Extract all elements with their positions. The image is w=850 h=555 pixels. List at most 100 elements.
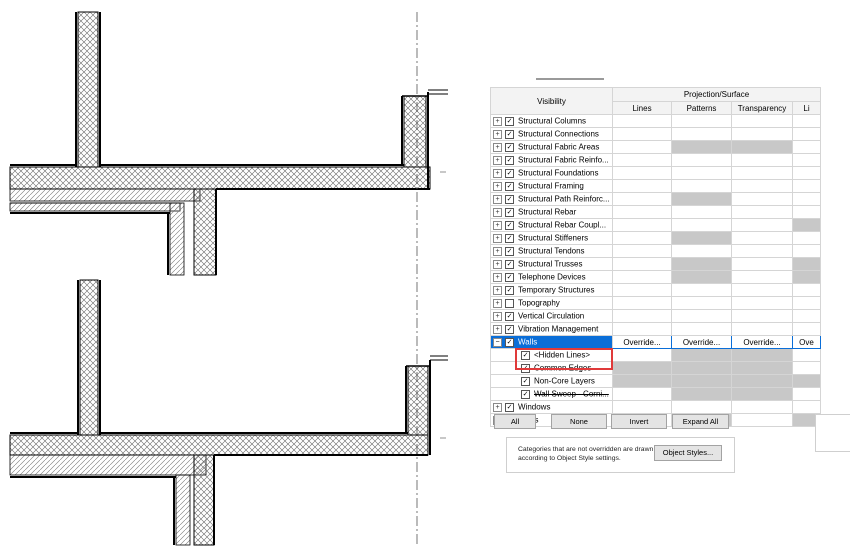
patterns-override-cell[interactable] (671, 309, 732, 323)
lines-override-cell[interactable] (612, 387, 672, 401)
table-row[interactable]: + ✓ Windows (490, 400, 821, 414)
patterns-override-cell[interactable] (671, 244, 732, 258)
patterns-override-cell[interactable] (671, 153, 732, 167)
table-row[interactable]: + ✓ Structural Tendons (490, 244, 821, 258)
table-row[interactable]: + ✓ Temporary Structures (490, 283, 821, 297)
patterns-override-cell[interactable] (671, 192, 732, 206)
lines-cut-override-cell[interactable] (792, 179, 821, 193)
transparency-override-cell[interactable] (731, 322, 793, 336)
lines-override-cell[interactable] (612, 140, 672, 154)
lines-override-cell[interactable] (612, 205, 672, 219)
object-styles-button[interactable]: Object Styles... (654, 445, 722, 461)
table-row[interactable]: + ✓ Structural Stiffeners (490, 231, 821, 245)
category-cell[interactable]: + ✓ Structural Trusses (490, 257, 613, 271)
lines-cut-override-cell[interactable] (792, 205, 821, 219)
expand-icon[interactable]: + (493, 246, 502, 256)
lines-cut-override-cell[interactable] (792, 127, 821, 141)
transparency-override-cell[interactable] (731, 140, 793, 154)
patterns-override-cell[interactable] (671, 283, 732, 297)
table-row[interactable]: + ✓ Structural Fabric Reinfo... (490, 153, 821, 167)
expand-icon[interactable]: + (493, 194, 502, 204)
patterns-override-cell[interactable] (671, 205, 732, 219)
visibility-checkbox[interactable]: ✓ (505, 311, 514, 321)
category-cell[interactable]: + ✓ Vertical Circulation (490, 309, 613, 323)
visibility-checkbox[interactable]: ✓ (505, 220, 514, 230)
lines-cut-override-cell[interactable] (792, 400, 821, 414)
transparency-override-cell[interactable] (731, 387, 793, 401)
transparency-override-cell[interactable] (731, 114, 793, 128)
category-cell[interactable]: + Topography (490, 296, 613, 310)
lines-cut-override-cell[interactable] (792, 153, 821, 167)
invert-button[interactable]: Invert (611, 414, 667, 429)
category-cell[interactable]: + ✓ Structural Tendons (490, 244, 613, 258)
override-lines-cut-button[interactable]: Ove (792, 335, 821, 349)
visibility-checkbox[interactable]: ✓ (521, 389, 530, 399)
category-cell[interactable]: + ✓ Vibration Management (490, 322, 613, 336)
expand-icon[interactable]: + (493, 142, 502, 152)
column-header-visibility[interactable]: Visibility (490, 87, 613, 115)
lines-override-cell[interactable] (612, 361, 672, 375)
visibility-checkbox[interactable]: ✓ (505, 272, 514, 282)
category-cell[interactable]: − ✓ Walls (490, 335, 613, 349)
collapse-icon[interactable]: − (493, 337, 502, 347)
lines-override-cell[interactable] (612, 114, 672, 128)
table-subrow[interactable]: ✓ Non-Core Layers (490, 374, 821, 388)
table-row[interactable]: + ✓ Structural Trusses (490, 257, 821, 271)
category-cell[interactable]: + ✓ Structural Framing (490, 179, 613, 193)
lines-override-cell[interactable] (612, 166, 672, 180)
lines-override-cell[interactable] (612, 374, 672, 388)
column-header-lines-cut[interactable]: Li (792, 101, 821, 115)
lines-override-cell[interactable] (612, 153, 672, 167)
lines-override-cell[interactable] (612, 231, 672, 245)
transparency-override-cell[interactable] (731, 400, 793, 414)
transparency-override-cell[interactable] (731, 153, 793, 167)
lines-cut-override-cell[interactable] (792, 166, 821, 180)
expand-icon[interactable]: + (493, 129, 502, 139)
transparency-override-cell[interactable] (731, 192, 793, 206)
patterns-override-cell[interactable] (671, 322, 732, 336)
transparency-override-cell[interactable] (731, 309, 793, 323)
lines-override-cell[interactable] (612, 270, 672, 284)
patterns-override-cell[interactable] (671, 348, 732, 362)
category-cell[interactable]: ✓ Non-Core Layers (490, 374, 613, 388)
visibility-checkbox[interactable]: ✓ (505, 324, 514, 334)
table-row-walls[interactable]: − ✓ Walls Override... Override... Override...… (490, 335, 821, 349)
transparency-override-cell[interactable] (731, 348, 793, 362)
override-lines-button[interactable]: Override... (612, 335, 672, 349)
visibility-checkbox[interactable]: ✓ (505, 116, 514, 126)
patterns-override-cell[interactable] (671, 166, 732, 180)
transparency-override-cell[interactable] (731, 257, 793, 271)
category-cell[interactable]: + ✓ Structural Stiffeners (490, 231, 613, 245)
lines-override-cell[interactable] (612, 127, 672, 141)
transparency-override-cell[interactable] (731, 244, 793, 258)
lines-override-cell[interactable] (612, 192, 672, 206)
lines-cut-override-cell[interactable] (792, 270, 821, 284)
expand-icon[interactable]: + (493, 155, 502, 165)
lines-cut-override-cell[interactable] (792, 218, 821, 232)
table-row[interactable]: + ✓ Structural Columns (490, 114, 821, 128)
expand-icon[interactable]: + (493, 116, 502, 126)
visibility-checkbox[interactable]: ✓ (505, 181, 514, 191)
table-row[interactable]: + ✓ Vertical Circulation (490, 309, 821, 323)
transparency-override-cell[interactable] (731, 231, 793, 245)
table-row[interactable]: + ✓ Structural Path Reinforc... (490, 192, 821, 206)
expand-icon[interactable]: + (493, 207, 502, 217)
table-row[interactable]: + ✓ Structural Fabric Areas (490, 140, 821, 154)
visibility-checkbox[interactable]: ✓ (505, 233, 514, 243)
patterns-override-cell[interactable] (671, 387, 732, 401)
override-patterns-button[interactable]: Override... (671, 335, 732, 349)
patterns-override-cell[interactable] (671, 257, 732, 271)
patterns-override-cell[interactable] (671, 361, 732, 375)
lines-override-cell[interactable] (612, 348, 672, 362)
table-row[interactable]: + ✓ Structural Connections (490, 127, 821, 141)
visibility-checkbox[interactable]: ✓ (505, 337, 514, 347)
lines-override-cell[interactable] (612, 218, 672, 232)
table-row[interactable]: + ✓ Structural Rebar Coupl... (490, 218, 821, 232)
category-cell[interactable]: + ✓ Temporary Structures (490, 283, 613, 297)
patterns-override-cell[interactable] (671, 140, 732, 154)
table-row[interactable]: + Topography (490, 296, 821, 310)
patterns-override-cell[interactable] (671, 231, 732, 245)
lines-cut-override-cell[interactable] (792, 192, 821, 206)
lines-override-cell[interactable] (612, 244, 672, 258)
column-header-transparency[interactable]: Transparency (731, 101, 793, 115)
